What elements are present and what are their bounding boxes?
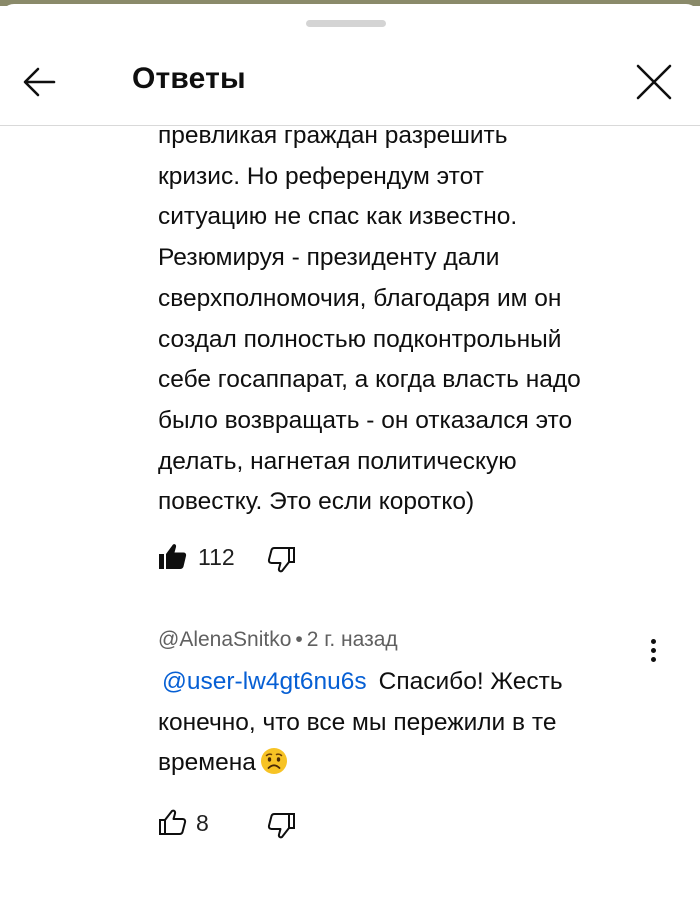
replies-list[interactable]: превликая граждан разрешить кризис. Но р… (0, 122, 700, 898)
reply-2-line: конечно, что все мы пережили в те (158, 708, 557, 736)
reply-1-line: Резюмируя - президенту дали (158, 244, 500, 272)
reply-1-actions: 112 (156, 540, 406, 580)
mention-link[interactable]: @user-lw4gt6nu6s (158, 668, 367, 695)
drag-handle[interactable] (306, 20, 386, 27)
close-icon (636, 64, 672, 100)
like-count: 8 (196, 810, 209, 836)
reply-2-line-1: @user-lw4gt6nu6s Спасибо! Жесть (158, 662, 658, 703)
reply-1-line: сверхполномочия, благодаря им он (158, 284, 562, 312)
timestamp: 2 г. назад (306, 628, 398, 651)
thumbs-up-icon (159, 809, 187, 835)
reply-1-line: было возвращать - он отказался это (158, 406, 573, 434)
thumbs-down-icon (267, 813, 295, 839)
reply-2-text: @user-lw4gt6nu6s Спасибо! Жесть конечно, … (158, 662, 658, 784)
page-title: Ответы (132, 62, 246, 95)
reply-1-line: повестку. Это если коротко) (158, 488, 475, 516)
reply-1-line: кризис. Но референдум этот (158, 162, 484, 190)
like-count: 112 (198, 544, 235, 570)
replies-header: Ответы (0, 44, 700, 126)
worried-face-emoji (260, 748, 287, 775)
reply-1-line: себе госаппарат, а когда власть надо (158, 366, 581, 394)
separator-dot: • (295, 628, 303, 651)
like-button[interactable] (156, 806, 190, 840)
reply-2-line-3: времена (158, 743, 658, 784)
thumbs-up-filled-icon (159, 544, 187, 569)
reply-1-line: превликая граждан разрешить (158, 122, 508, 149)
more-vertical-icon (636, 639, 670, 662)
back-button[interactable] (14, 56, 66, 108)
reply-1-line: делать, нагнетая политическую (158, 447, 517, 475)
like-button[interactable] (156, 540, 190, 574)
close-button[interactable] (628, 56, 680, 108)
reply-1-line: создал полностью подконтрольный (158, 325, 562, 353)
reply-2-line: времена (158, 749, 256, 777)
reply-2-actions: 8 (156, 806, 406, 846)
author-handle[interactable]: @AlenaSnitko (158, 628, 291, 651)
reply-1-text: превликая граждан разрешить кризис. Но р… (158, 122, 658, 523)
reply-2-meta: @AlenaSnitko • 2 г. назад (158, 628, 398, 652)
dislike-button[interactable] (264, 808, 298, 842)
dislike-button[interactable] (264, 542, 298, 576)
reply-1-line: ситуацию не спас как известно. (158, 203, 518, 231)
reply-2-line: Спасибо! Жесть (378, 668, 563, 695)
arrow-left-icon (23, 67, 56, 97)
thumbs-down-icon (267, 547, 295, 573)
